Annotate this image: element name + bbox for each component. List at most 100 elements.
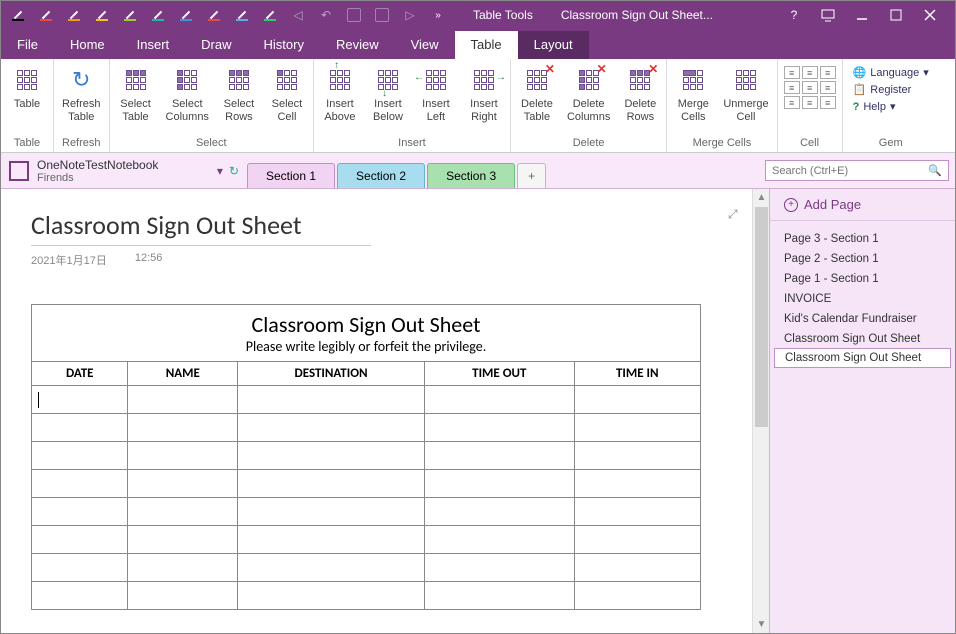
table-cell[interactable] (574, 554, 700, 582)
forward-icon[interactable]: ▷ (397, 4, 423, 26)
table-cell[interactable] (32, 582, 128, 610)
layout1-icon[interactable] (341, 4, 367, 26)
table-cell[interactable] (574, 498, 700, 526)
align-ml[interactable]: ≡ (784, 81, 800, 94)
page-canvas[interactable]: ⤢ Classroom Sign Out Sheet 2021年1月17日 12… (1, 189, 752, 633)
table-cell[interactable] (424, 526, 574, 554)
pen-cyan-icon[interactable] (145, 4, 171, 26)
page-list-item[interactable]: INVOICE (770, 289, 955, 309)
page-list-item[interactable]: Page 2 - Section 1 (770, 249, 955, 269)
pen-green-icon[interactable] (257, 4, 283, 26)
table-row[interactable] (32, 414, 701, 442)
table-cell[interactable] (574, 414, 700, 442)
table-cell[interactable] (128, 442, 238, 470)
add-page-button[interactable]: + Add Page (770, 189, 955, 221)
table-row[interactable] (32, 554, 701, 582)
align-tc[interactable]: ≡ (802, 66, 818, 79)
menu-table[interactable]: Table (455, 31, 518, 59)
delete-table-button[interactable]: ✕Delete Table (515, 62, 559, 124)
table-cell[interactable] (128, 582, 238, 610)
table-cell[interactable] (128, 498, 238, 526)
search-box[interactable]: 🔍 (765, 160, 949, 181)
insert-above-button[interactable]: ↑Insert Above (318, 62, 362, 124)
page-list-item[interactable]: Classroom Sign Out Sheet (774, 348, 951, 368)
table-cell[interactable] (424, 442, 574, 470)
select-columns-button[interactable]: Select Columns (162, 62, 213, 124)
menu-view[interactable]: View (395, 31, 455, 59)
minimize-icon[interactable] (855, 8, 869, 22)
table-cell[interactable] (32, 554, 128, 582)
column-header[interactable]: DATE (32, 362, 128, 386)
help-icon[interactable]: ? (787, 8, 801, 22)
menu-draw[interactable]: Draw (185, 31, 247, 59)
register-button[interactable]: 📋 Register (853, 83, 929, 96)
undo-icon[interactable]: ↶ (313, 4, 339, 26)
column-header[interactable]: DESTINATION (238, 362, 425, 386)
table-cell[interactable] (424, 386, 574, 414)
insert-right-button[interactable]: →Insert Right (462, 62, 506, 124)
table-cell[interactable] (238, 470, 425, 498)
scroll-up-icon[interactable]: ▲ (753, 189, 770, 206)
table-row[interactable] (32, 526, 701, 554)
align-bc[interactable]: ≡ (802, 96, 818, 109)
back-icon[interactable]: ◁ (285, 4, 311, 26)
refresh-table-button[interactable]: ↻ Refresh Table (58, 62, 105, 124)
table-cell[interactable] (238, 554, 425, 582)
table-cell[interactable] (574, 442, 700, 470)
add-section-button[interactable]: + (517, 163, 546, 188)
tab-section-3[interactable]: Section 3 (427, 163, 515, 188)
table-cell[interactable] (574, 582, 700, 610)
table-cell[interactable] (32, 498, 128, 526)
expand-icon[interactable]: ⤢ (728, 207, 746, 225)
page-list-item[interactable]: Classroom Sign Out Sheet (770, 329, 955, 349)
table-button[interactable]: Table (5, 62, 49, 111)
page-title[interactable]: Classroom Sign Out Sheet (31, 209, 371, 246)
scroll-down-icon[interactable]: ▼ (753, 616, 770, 633)
ribbon-options-icon[interactable] (821, 8, 835, 22)
table-row[interactable] (32, 386, 701, 414)
table-row[interactable] (32, 442, 701, 470)
align-mr[interactable]: ≡ (820, 81, 836, 94)
notebook-dropdown-icon[interactable]: ▾ (217, 164, 223, 178)
tab-section-1[interactable]: Section 1 (247, 163, 335, 188)
menu-home[interactable]: Home (54, 31, 121, 59)
table-cell[interactable] (574, 386, 700, 414)
table-cell[interactable] (238, 386, 425, 414)
more-icon[interactable]: » (425, 4, 451, 26)
align-bl[interactable]: ≡ (784, 96, 800, 109)
merge-cells-button[interactable]: Merge Cells (671, 62, 715, 124)
table-cell[interactable] (32, 470, 128, 498)
column-header[interactable]: TIME IN (574, 362, 700, 386)
insert-left-button[interactable]: ←Insert Left (414, 62, 458, 124)
language-button[interactable]: 🌐 Language ▾ (853, 66, 929, 79)
help-button[interactable]: ? Help ▾ (853, 100, 929, 113)
table-cell[interactable] (574, 470, 700, 498)
document-table[interactable]: Classroom Sign Out Sheet Please write le… (31, 304, 701, 610)
table-cell[interactable] (32, 386, 128, 414)
menu-layout[interactable]: Layout (518, 31, 589, 59)
align-tr[interactable]: ≡ (820, 66, 836, 79)
align-tl[interactable]: ≡ (784, 66, 800, 79)
table-cell[interactable] (238, 582, 425, 610)
pen-yellow-icon[interactable] (89, 4, 115, 26)
notebook-picker[interactable]: OneNoteTestNotebook Firends ▾ ↻ (1, 153, 247, 188)
align-br[interactable]: ≡ (820, 96, 836, 109)
table-cell[interactable] (574, 526, 700, 554)
unmerge-cell-button[interactable]: Unmerge Cell (719, 62, 772, 124)
tab-section-2[interactable]: Section 2 (337, 163, 425, 188)
pen-blue-icon[interactable] (173, 4, 199, 26)
table-cell[interactable] (424, 498, 574, 526)
pen-lblue-icon[interactable] (229, 4, 255, 26)
pen-red2-icon[interactable] (201, 4, 227, 26)
table-cell[interactable] (32, 442, 128, 470)
insert-below-button[interactable]: ↓Insert Below (366, 62, 410, 124)
column-header[interactable]: TIME OUT (424, 362, 574, 386)
table-cell[interactable] (238, 526, 425, 554)
table-row[interactable] (32, 498, 701, 526)
menu-review[interactable]: Review (320, 31, 395, 59)
table-cell[interactable] (32, 526, 128, 554)
table-cell[interactable] (128, 554, 238, 582)
select-table-button[interactable]: Select Table (114, 62, 158, 124)
menu-insert[interactable]: Insert (121, 31, 186, 59)
delete-columns-button[interactable]: ✕Delete Columns (563, 62, 614, 124)
